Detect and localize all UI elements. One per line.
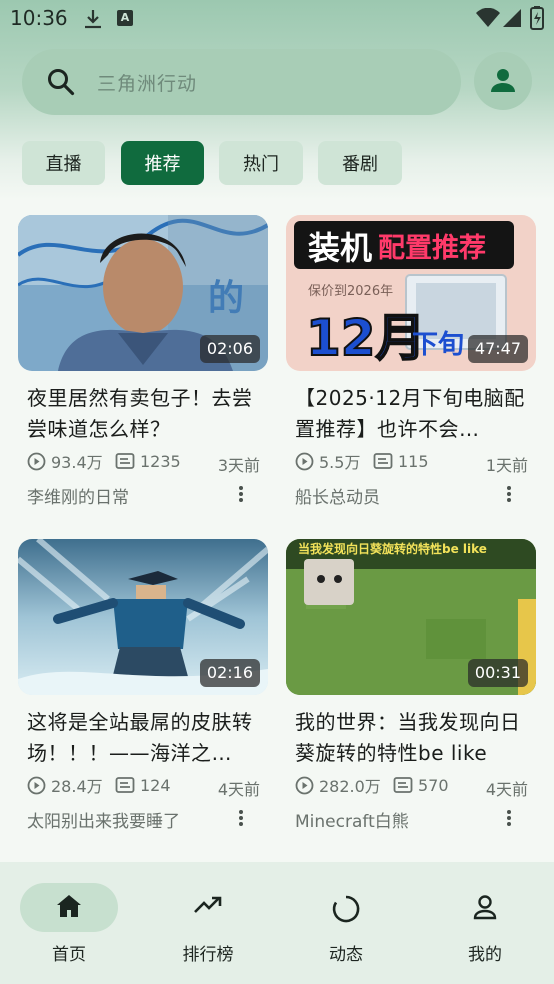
- danmaku-count-text: 1235: [140, 451, 181, 471]
- video-title[interactable]: 【2025·12月下旬电脑配置推荐】也许不会…: [295, 383, 531, 445]
- thumb-text: 12月: [306, 309, 426, 367]
- thumb-text: 装机: [308, 229, 372, 267]
- thumb-text: 保价到2026年: [308, 284, 393, 299]
- thumb-text: 配置推荐: [378, 233, 486, 264]
- publish-date: 1天前: [485, 456, 528, 475]
- search-icon: [46, 67, 76, 101]
- trending-icon: [193, 894, 223, 920]
- tab-anime[interactable]: 番剧: [318, 141, 402, 185]
- battery-icon: [530, 6, 544, 34]
- more-options-icon[interactable]: [238, 809, 244, 831]
- video-thumbnail[interactable]: 的 02:06: [18, 215, 268, 371]
- danmaku-icon: [115, 453, 135, 469]
- video-thumbnail[interactable]: 当我发现向日葵旋转的特性be like 00:31: [286, 539, 536, 695]
- search-input[interactable]: 三角洲行动: [22, 49, 461, 115]
- play-count-icon: [27, 776, 46, 794]
- tab-hot[interactable]: 热门: [219, 141, 303, 185]
- bottom-navigation: 首页 排行榜 动态 我的: [0, 862, 554, 984]
- play-count-icon: [295, 776, 314, 794]
- search-placeholder: 三角洲行动: [97, 73, 198, 95]
- tab-recommend[interactable]: 推荐: [121, 141, 204, 185]
- profile-button[interactable]: [474, 52, 532, 110]
- video-duration: 47:47: [467, 335, 528, 363]
- publish-date: 4天前: [217, 780, 260, 799]
- author-name[interactable]: 李维刚的日常: [27, 483, 129, 508]
- video-thumbnail[interactable]: 02:16: [18, 539, 268, 695]
- publish-date: 4天前: [485, 780, 528, 799]
- video-duration: 02:06: [199, 335, 260, 363]
- author-name[interactable]: Minecraft白熊: [295, 807, 409, 832]
- author-name[interactable]: 太阳别出来我要睡了: [27, 807, 180, 832]
- video-duration: 00:31: [467, 659, 528, 687]
- view-count-text: 28.4万: [51, 777, 103, 796]
- publish-date: 3天前: [217, 456, 260, 475]
- tab-live[interactable]: 直播: [22, 141, 105, 185]
- video-title[interactable]: 这将是全站最屌的皮肤转场！！！——海洋之…: [27, 707, 263, 769]
- danmaku-count-text: 124: [140, 775, 171, 795]
- thumb-text: 当我发现向日葵旋转的特性be like: [298, 541, 487, 556]
- danmaku-count: 124: [115, 775, 171, 795]
- download-icon: [82, 8, 104, 34]
- nav-label: 排行榜: [182, 945, 234, 965]
- nav-label: 我的: [468, 945, 502, 965]
- danmaku-count: 1235: [115, 451, 181, 471]
- view-count-text: 5.5万: [319, 453, 361, 472]
- danmaku-count: 115: [373, 451, 429, 471]
- signal-icon: [502, 8, 522, 32]
- video-title[interactable]: 我的世界：当我发现向日葵旋转的特性be like: [295, 707, 531, 769]
- play-count-icon: [27, 452, 46, 470]
- more-options-icon[interactable]: [238, 485, 244, 507]
- play-count-icon: [295, 452, 314, 470]
- video-title[interactable]: 夜里居然有卖包子！去尝尝味道怎么样？: [27, 383, 263, 445]
- danmaku-icon: [393, 777, 413, 793]
- nav-mine[interactable]: 我的: [416, 862, 554, 984]
- danmaku-count: 570: [393, 775, 449, 795]
- danmaku-icon: [115, 777, 135, 793]
- danmaku-icon: [373, 453, 393, 469]
- video-thumbnail[interactable]: 装机 配置推荐 保价到2026年 12月 下旬 47:47: [286, 215, 536, 371]
- view-count: 282.0万: [295, 775, 381, 796]
- view-count: 5.5万: [295, 451, 361, 472]
- thumb-text: 下旬: [412, 330, 464, 360]
- nav-dynamic[interactable]: 动态: [277, 862, 415, 984]
- video-duration: 02:16: [199, 659, 260, 687]
- status-bar: 10:36 A: [0, 0, 554, 38]
- nav-home[interactable]: 首页: [0, 862, 138, 984]
- danmaku-count-text: 115: [398, 451, 429, 471]
- notification-app-icon: A: [117, 10, 133, 26]
- person-icon: [491, 69, 515, 92]
- wifi-icon: [476, 7, 500, 32]
- view-count: 28.4万: [27, 775, 103, 796]
- refresh-ring-icon: [331, 894, 361, 928]
- home-icon: [56, 894, 82, 922]
- danmaku-count-text: 570: [418, 775, 449, 795]
- person-icon: [472, 894, 498, 924]
- nav-label: 动态: [329, 945, 363, 965]
- more-options-icon[interactable]: [506, 809, 512, 831]
- status-time: 10:36: [10, 6, 68, 30]
- more-options-icon[interactable]: [506, 485, 512, 507]
- view-count-text: 282.0万: [319, 777, 381, 796]
- view-count: 93.4万: [27, 451, 103, 472]
- view-count-text: 93.4万: [51, 453, 103, 472]
- nav-label: 首页: [52, 945, 86, 965]
- author-name[interactable]: 船长总动员: [295, 483, 380, 508]
- nav-ranking[interactable]: 排行榜: [139, 862, 277, 984]
